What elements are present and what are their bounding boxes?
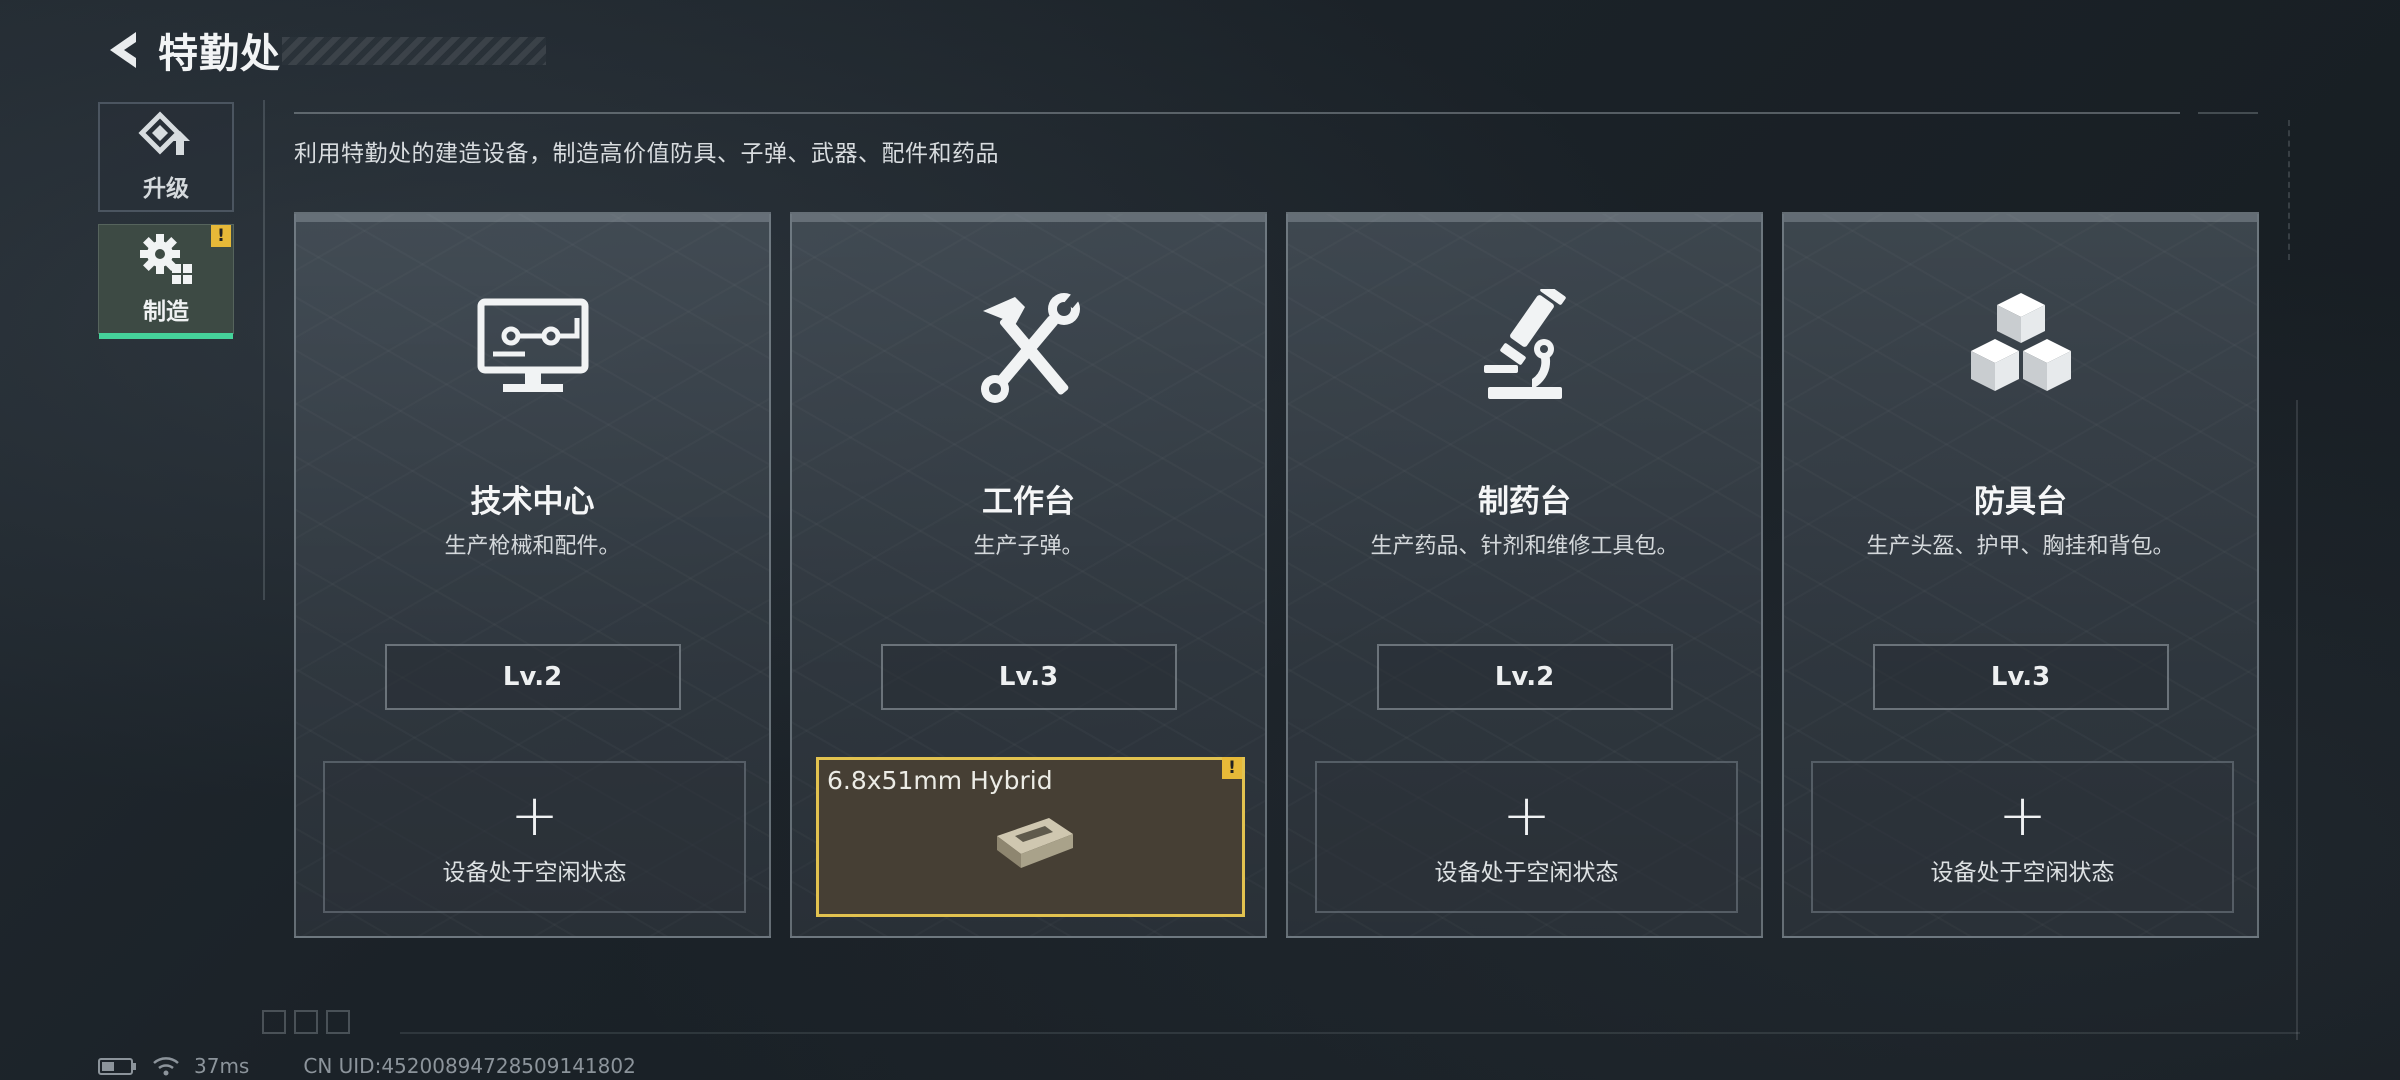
battery-icon — [98, 1058, 136, 1075]
craft-gear-icon — [140, 234, 192, 284]
card-topbar — [1288, 214, 1761, 222]
slot-status-text: 设备处于空闲状态 — [1930, 860, 2115, 886]
user-uid: CN UID:45200894728509141802 — [303, 1054, 636, 1078]
card-topbar — [296, 214, 769, 222]
card-title: 防具台 — [1974, 484, 2067, 520]
level-badge: Lv.2 — [1376, 644, 1673, 710]
divider-top-right — [2198, 112, 2258, 114]
right-decoration — [2288, 120, 2306, 260]
tab-craft-label: 制造 — [143, 299, 189, 325]
production-slot-idle[interactable]: + 设备处于空闲状态 — [1811, 761, 2234, 913]
card-description: 生产药品、针剂和维修工具包。 — [1370, 534, 1679, 559]
hammer-wrench-icon — [964, 284, 1094, 414]
add-icon: + — [510, 781, 559, 849]
card-topbar — [1784, 214, 2257, 222]
level-badge: Lv.2 — [384, 644, 681, 710]
divider-vertical — [263, 100, 265, 600]
slot-status-text: 设备处于空闲状态 — [1434, 860, 1619, 886]
wifi-icon — [153, 1057, 179, 1076]
card-title: 制药台 — [1478, 484, 1571, 520]
card-pharmacy[interactable]: 制药台 生产药品、针剂和维修工具包。 Lv.2 + 设备处于空闲状态 — [1286, 212, 1763, 938]
tab-upgrade[interactable]: 升级 — [98, 102, 234, 212]
tab-craft-warning-badge: ! — [211, 225, 231, 247]
card-description: 生产子弹。 — [973, 534, 1084, 559]
add-icon: + — [1502, 781, 1551, 849]
slot-status-text: 设备处于空闲状态 — [442, 860, 627, 886]
microscope-icon — [1460, 284, 1590, 414]
card-topbar — [792, 214, 1265, 222]
production-slot-idle[interactable]: + 设备处于空闲状态 — [323, 761, 746, 913]
level-badge: Lv.3 — [880, 644, 1177, 710]
card-workbench[interactable]: 工作台 生产子弹。 Lv.3 ! 6.8x51mm Hybrid — [790, 212, 1267, 938]
add-icon: + — [1998, 781, 2047, 849]
computer-terminal-icon — [468, 284, 598, 414]
section-description: 利用特勤处的建造设备，制造高价值防具、子弹、武器、配件和药品 — [294, 141, 999, 167]
ping-value: 37ms — [194, 1054, 250, 1078]
upgrade-icon — [138, 111, 190, 155]
card-description: 生产头盔、护甲、胸挂和背包。 — [1866, 534, 2175, 559]
level-badge: Lv.3 — [1872, 644, 2169, 710]
produced-item-name: 6.8x51mm Hybrid — [827, 766, 1053, 795]
facility-cards: 技术中心 生产枪械和配件。 Lv.2 + 设备处于空闲状态 工作台 生产子弹。 … — [294, 212, 2259, 938]
slot-warning-badge: ! — [1222, 757, 1242, 779]
title-wrap: 特勤处 — [152, 24, 546, 77]
divider-bottom — [400, 1032, 2300, 1034]
card-tech-center[interactable]: 技术中心 生产枪械和配件。 Lv.2 + 设备处于空闲状态 — [294, 212, 771, 938]
card-title: 技术中心 — [470, 484, 595, 520]
page-title: 特勤处 — [158, 31, 281, 77]
active-tab-indicator — [99, 333, 233, 339]
tab-upgrade-label: 升级 — [143, 176, 189, 202]
back-button[interactable] — [96, 24, 152, 76]
card-description: 生产枪械和配件。 — [444, 534, 621, 559]
status-bar: 37ms CN UID:45200894728509141802 — [98, 1054, 636, 1078]
cubes-icon — [1956, 284, 2086, 414]
divider-right — [2296, 400, 2298, 1040]
header: 特勤处 — [96, 24, 546, 77]
card-armor-bench[interactable]: 防具台 生产头盔、护甲、胸挂和背包。 Lv.3 + 设备处于空闲状态 — [1782, 212, 2259, 938]
title-decoration — [282, 37, 546, 65]
production-slot-idle[interactable]: + 设备处于空闲状态 — [1315, 761, 1738, 913]
back-arrow-icon — [110, 32, 136, 68]
card-title: 工作台 — [982, 484, 1075, 520]
bottom-decoration — [262, 1010, 350, 1034]
production-slot-active[interactable]: ! 6.8x51mm Hybrid — [816, 757, 1245, 917]
divider-top — [294, 112, 2180, 114]
tab-craft[interactable]: ! 制造 — [98, 224, 234, 339]
ammo-box-icon — [997, 818, 1073, 868]
